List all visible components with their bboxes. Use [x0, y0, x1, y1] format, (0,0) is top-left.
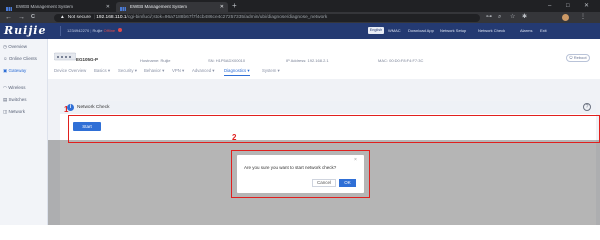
sidebar-item-overview[interactable]: ◷ Overview [3, 44, 27, 50]
annotation-number-1: 1 [64, 105, 69, 114]
app-header: Ruijie 1234942270 | Ruijie Offline Engli… [0, 23, 600, 39]
annotation-box-2 [231, 150, 370, 198]
tab-close-icon[interactable]: ✕ [220, 2, 224, 12]
ip-address-label: IP Address: 192.168.2.1 [286, 58, 329, 63]
serial-number-label: SN: H1P5ADX00010 [208, 58, 246, 63]
device-status: Offline [103, 28, 116, 33]
menu-icon[interactable]: ⋮ [580, 12, 586, 23]
address-bar-row: ← → C ▲ Not secure | 192.168.110.1/cgi-bi… [0, 12, 600, 23]
browser-tab[interactable]: EWEB Management System ✕ [2, 2, 114, 12]
browser-tab-active[interactable]: EWEB Management System ✕ [116, 2, 228, 12]
router-image-icon [54, 52, 76, 61]
sidebar-item-network[interactable]: ◫ Network [3, 109, 25, 115]
favicon-icon [6, 5, 12, 11]
device-selector[interactable]: 1234942270 | Ruijie Offline [60, 26, 123, 36]
back-button[interactable]: ← [5, 12, 12, 23]
tab-security[interactable]: Security ▾ [118, 68, 137, 74]
maximize-button[interactable]: □ [566, 1, 570, 11]
hostname-label: Hostname: Ruijie [140, 58, 171, 63]
security-label: Not secure [67, 14, 91, 20]
url-host: 192.168.110.1 [96, 14, 127, 20]
url-field[interactable]: ▲ Not secure | 192.168.110.1/cgi-bin/luci… [54, 13, 480, 22]
device-link[interactable]: Ruijie [93, 28, 103, 33]
forward-button[interactable]: → [18, 12, 25, 23]
tab-close-icon[interactable]: ✕ [106, 2, 110, 12]
annotation-number-2: 2 [232, 133, 237, 142]
header-link-wmac[interactable]: WMAC [388, 27, 401, 34]
tab-basics[interactable]: Basics ▾ [94, 68, 110, 74]
device-model: EG105G-P [76, 57, 99, 62]
minimize-button[interactable]: – [548, 1, 551, 11]
tab-diagnostics[interactable]: Diagnostics ▾ [224, 68, 250, 76]
annotation-box-1 [68, 115, 600, 143]
sidebar-item-wireless[interactable]: ◠ Wireless [3, 85, 25, 91]
browser-tab-bar: EWEB Management System ✕ EWEB Management… [0, 0, 600, 12]
status-dot-icon [118, 28, 123, 32]
help-icon[interactable]: ? [583, 103, 591, 111]
tab-advanced[interactable]: Advanced ▾ [192, 68, 214, 74]
tab-vpn[interactable]: VPN ▾ [172, 68, 184, 74]
device-info-bar: EG105G-P Hostname: Ruijie SN: H1P5ADX000… [48, 39, 600, 79]
panel-header [60, 101, 596, 114]
star-icon[interactable]: ☆ [510, 12, 515, 23]
sidebar [0, 39, 48, 225]
header-link-network-setup[interactable]: Network Setup [440, 27, 466, 34]
mac-label: MAC: 00:D0:F8:F4:F7:3C [378, 58, 424, 63]
sidebar-item-gateway[interactable]: ▣ Gateway [3, 68, 26, 74]
favicon-icon [120, 5, 126, 11]
header-link-download-app[interactable]: Download App [408, 27, 434, 34]
tab-behavior[interactable]: Behavior ▾ [144, 68, 164, 74]
panel-title: Network Check [77, 105, 110, 110]
tab-device-overview[interactable]: Device Overview [54, 68, 86, 73]
reload-button[interactable]: C [31, 12, 35, 23]
warning-icon: ▲ [60, 14, 65, 20]
ruijie-logo: Ruijie [4, 24, 47, 37]
header-link-network-check[interactable]: Network Check [478, 27, 505, 34]
tab-title: EWEB Management System [16, 4, 74, 9]
header-link-exit[interactable]: Exit [540, 27, 547, 34]
tab-title: EWEB Management System [130, 4, 188, 9]
language-select[interactable]: English [368, 27, 384, 34]
url-path: /cgi-bin/luci/;stok=96a7188b67f7f4cb486c… [126, 14, 328, 20]
zoom-icon[interactable]: ⌕ [498, 12, 501, 23]
reboot-button[interactable]: ⏻ Reboot [566, 54, 590, 62]
header-link-alarms[interactable]: Alarms [520, 27, 532, 34]
new-tab-button[interactable]: + [232, 1, 237, 11]
sidebar-item-switches[interactable]: ▤ Switches [3, 97, 27, 103]
tab-system[interactable]: System ▾ [262, 68, 280, 74]
profile-avatar[interactable] [562, 14, 569, 21]
sidebar-item-online-clients[interactable]: ☺ Online Clients [3, 56, 37, 61]
key-icon[interactable]: ⊶ [486, 12, 492, 23]
extensions-icon[interactable]: ✱ [522, 12, 527, 23]
device-serial: 1234942270 [67, 28, 90, 33]
close-window-button[interactable]: ✕ [584, 1, 589, 11]
